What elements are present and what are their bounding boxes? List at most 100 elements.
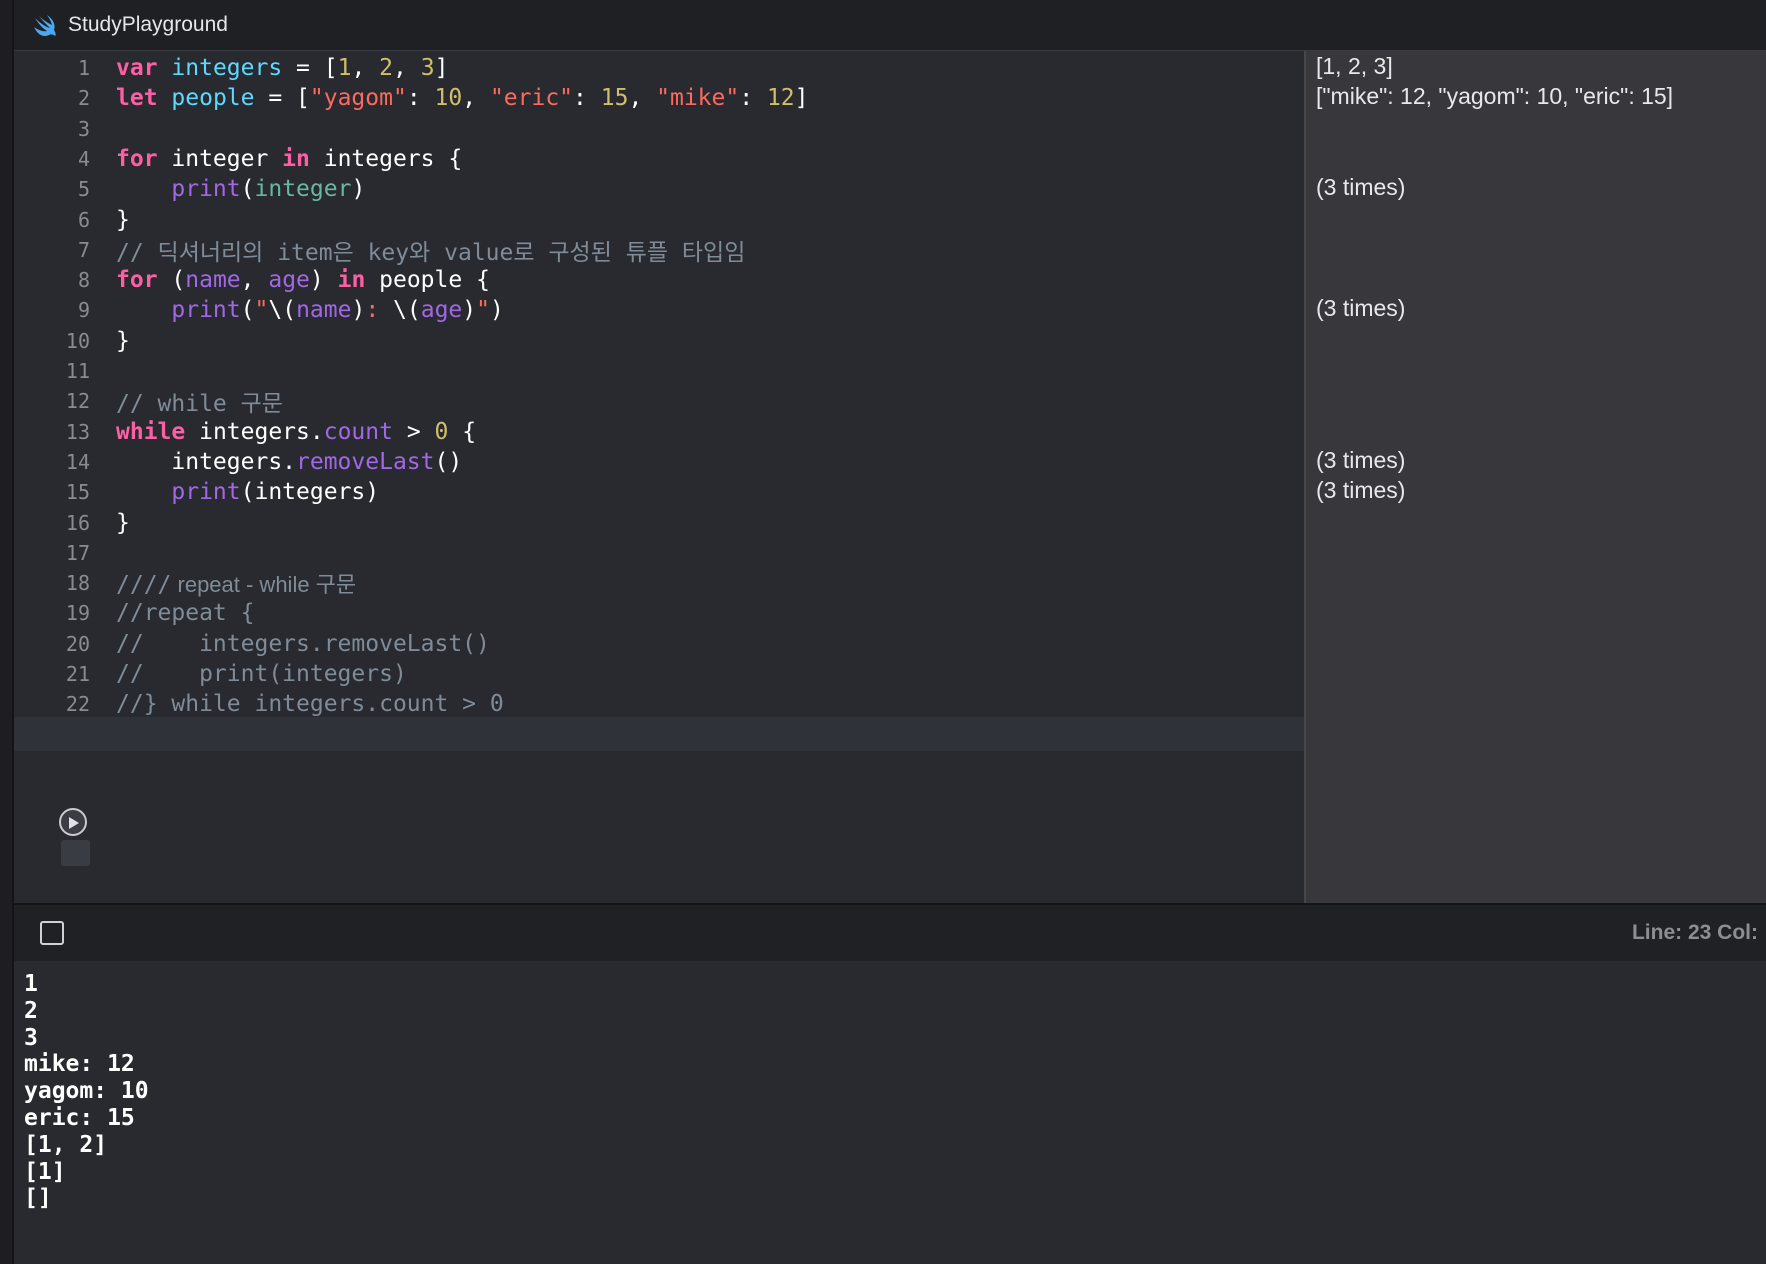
result-value[interactable]: (3 times) xyxy=(1316,447,1405,474)
code-token: //// xyxy=(116,572,172,599)
code-text: print(integer) xyxy=(116,176,365,202)
hide-debug-area-toggle[interactable] xyxy=(40,921,64,945)
console-line: eric: 15 xyxy=(24,1105,135,1131)
line-number: 22 xyxy=(65,692,90,717)
code-token: , xyxy=(628,85,657,112)
code-line[interactable]: 22 //} while integers.count > 0 xyxy=(14,687,1304,721)
console-line: 3 xyxy=(24,1024,38,1051)
line-number: 21 xyxy=(65,662,90,686)
code-line[interactable]: 9 print("\(name): \(age)") xyxy=(14,293,1304,327)
code-line[interactable]: 11 xyxy=(14,354,1304,388)
code-line[interactable]: 3 xyxy=(14,112,1304,146)
code-token: \( xyxy=(268,297,297,324)
code-line[interactable]: 14 integers.removeLast() xyxy=(14,445,1304,479)
code-token: } xyxy=(116,327,130,354)
line-number: 3 xyxy=(77,116,90,141)
code-token: } xyxy=(116,509,130,536)
console-output[interactable]: 1 2 3 mike: 12 yagom: 10 eric: 15 [1, 2] [1][] xyxy=(14,961,1766,1264)
code-token: ) xyxy=(351,176,366,203)
code-token: , xyxy=(462,85,490,112)
line-number: 20 xyxy=(65,631,90,656)
line-number: 7 xyxy=(77,237,90,262)
line-number: 5 xyxy=(77,177,90,202)
code-line[interactable]: 1 var integers = [1, 2, 3] xyxy=(14,51,1304,85)
code-line[interactable]: 8 for (name, age) in people { xyxy=(14,263,1304,297)
code-token: people { xyxy=(365,267,490,294)
code-line[interactable]: 5 print(integer) xyxy=(14,172,1304,206)
line-number: 13 xyxy=(65,419,90,444)
code-token: ) xyxy=(309,267,338,294)
code-token: age xyxy=(420,297,463,324)
code-token: = [ xyxy=(282,55,338,81)
line-number: 16 xyxy=(65,510,90,535)
code-token: ] xyxy=(794,85,809,112)
code-token: , xyxy=(240,267,269,294)
result-value[interactable]: (3 times) xyxy=(1316,295,1405,322)
code-line[interactable]: 13 while integers.count > 0 { xyxy=(14,415,1304,449)
line-number: 4 xyxy=(77,146,90,171)
code-text: while integers.count > 0 { xyxy=(116,419,476,445)
code-token: } xyxy=(116,206,130,233)
code-token: for xyxy=(116,145,158,172)
code-token: 2 xyxy=(379,55,393,81)
code-token: 15 xyxy=(600,85,629,112)
code-text: } xyxy=(116,328,130,354)
code-token: count xyxy=(323,418,393,445)
code-text: for integer in integers { xyxy=(116,146,462,172)
code-token: : xyxy=(573,85,601,112)
code-text: print("\(name): \(age)") xyxy=(116,297,504,324)
result-value[interactable]: ["mike": 12, "yagom": 10, "eric": 15] xyxy=(1316,83,1673,110)
code-line[interactable]: 19 //repeat { xyxy=(14,596,1304,630)
code-token: 12 xyxy=(766,85,795,112)
code-editor[interactable]: 1 var integers = [1, 2, 3] 2 let people = [… xyxy=(14,51,1304,903)
code-line[interactable]: 7 // 딕셔너리의 item은 key와 value로 구성된 튜플 타입임 xyxy=(14,233,1304,267)
window-left-edge xyxy=(0,0,14,1264)
line-number: 19 xyxy=(65,601,90,626)
code-token: = [ xyxy=(254,85,310,112)
code-token: : xyxy=(406,85,435,112)
code-line[interactable]: 12 // while 구문 xyxy=(14,384,1304,418)
swift-icon xyxy=(34,15,56,37)
code-text: let people = ["yagom": 10, "eric": 15, "… xyxy=(116,85,809,111)
code-text: //repeat { xyxy=(116,600,254,626)
code-line[interactable]: 16} xyxy=(14,506,1304,540)
code-token: ( xyxy=(240,297,255,324)
result-value[interactable]: (3 times) xyxy=(1316,477,1405,504)
debug-bar: Line: 23 Col: xyxy=(14,903,1766,963)
code-line[interactable]: 10} xyxy=(14,324,1304,358)
code-text: integers.removeLast() xyxy=(116,449,462,475)
code-token: ( xyxy=(157,267,186,294)
code-token: () xyxy=(434,448,463,475)
code-text: //} while integers.count > 0 xyxy=(116,691,504,717)
code-line[interactable]: 6} xyxy=(14,203,1304,237)
code-line[interactable]: 4 for integer in integers { xyxy=(14,142,1304,176)
code-token: 0 xyxy=(434,418,449,445)
code-token: age xyxy=(268,267,310,294)
code-line[interactable]: 2 let people = ["yagom": 10, "eric": 15, … xyxy=(14,81,1304,115)
code-text: for (name, age) in people { xyxy=(116,267,490,293)
code-line[interactable]: 17 xyxy=(14,536,1304,570)
line-number: 12 xyxy=(65,389,90,414)
code-token: //} while integers.count > 0 xyxy=(116,691,504,718)
code-token: integer xyxy=(157,145,283,172)
code-line[interactable]: 15 print(integers) xyxy=(14,475,1304,509)
result-value[interactable]: [1, 2, 3] xyxy=(1316,53,1393,80)
line-number: 1 xyxy=(77,56,90,80)
run-button[interactable] xyxy=(59,808,87,836)
code-token: in xyxy=(282,145,310,172)
code-text: //// repeat - while 구문 xyxy=(116,567,356,599)
code-line[interactable]: 18 //// repeat - while 구문 xyxy=(14,566,1304,600)
code-token: ) xyxy=(489,297,504,324)
code-token: // while 구문 xyxy=(116,391,283,418)
console-line: [1, 2] xyxy=(24,1131,108,1158)
code-token: " xyxy=(476,297,490,324)
code-text: } xyxy=(116,510,130,536)
code-token: print xyxy=(171,176,241,203)
code-line[interactable]: 20 // integers.removeLast() xyxy=(14,627,1304,661)
cursor-position-status: Line: 23 Col: xyxy=(1631,921,1758,944)
code-line[interactable]: 21 // print(integers) xyxy=(14,657,1304,691)
result-value[interactable]: (3 times) xyxy=(1316,174,1405,201)
